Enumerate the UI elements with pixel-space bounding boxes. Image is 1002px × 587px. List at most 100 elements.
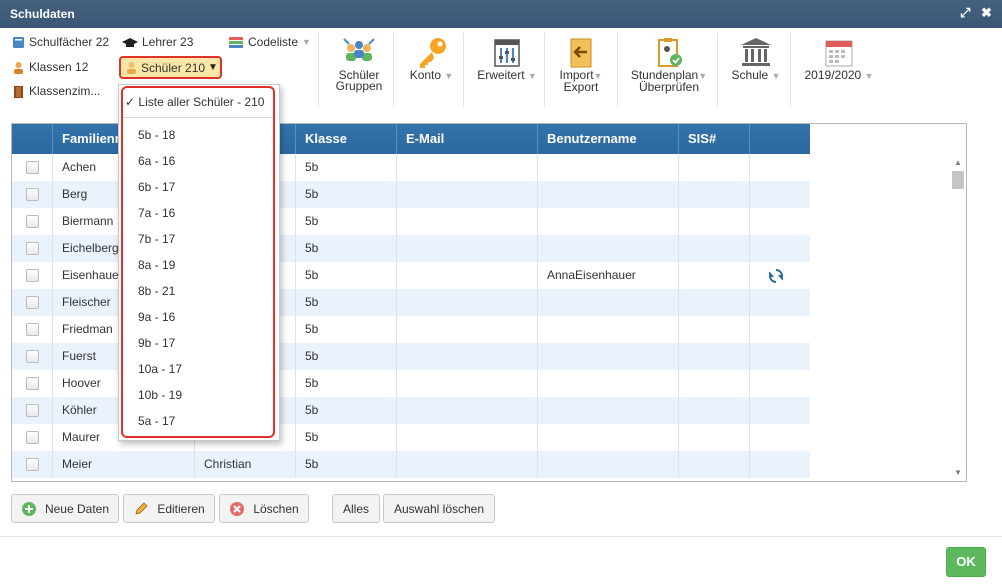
header-email[interactable]: E-Mail [396,124,537,154]
cell-action [749,208,810,235]
cell-user [537,316,678,343]
import-export-button[interactable]: Import▼ Export [551,36,611,93]
dropdown-class-item[interactable]: 8a - 19 [138,258,175,272]
cell-klasse: 5b [295,289,396,316]
dropdown-class-item[interactable]: 5b - 18 [138,128,175,142]
scroll-up-icon[interactable]: ▲ [954,158,962,167]
schulfaecher-link[interactable]: Schulfächer 22 [12,35,109,49]
erweitert-button[interactable]: Erweitert ▼ [474,36,540,82]
header-action [749,124,810,154]
dropdown-class-item[interactable]: 7b - 17 [138,232,175,246]
dropdown-class-item[interactable]: 10b - 19 [138,388,182,402]
cell-user [537,424,678,451]
building-icon [741,38,771,66]
dropdown-class-item[interactable]: 6a - 16 [138,154,175,168]
cell-sis [678,370,749,397]
row-checkbox[interactable] [26,377,39,390]
cell-email [396,424,537,451]
toolbar-separator [318,33,319,107]
cell-klasse: 5b [295,154,396,181]
row-checkbox[interactable] [26,215,39,228]
plus-circle-icon [21,501,36,516]
sync-icon[interactable] [764,269,788,283]
vertical-scrollbar[interactable]: ▲ ▼ [950,154,966,481]
schueler-dropdown-menu: ✓ Liste aller Schüler - 210 5b - 18 6a - … [118,84,280,441]
row-checkbox[interactable] [26,269,39,282]
ok-button[interactable]: OK [946,547,986,577]
alles-label: Alles [342,501,369,516]
auswahl-loeschen-button[interactable]: Auswahl löschen [383,494,495,523]
codeliste-link[interactable]: Codeliste ▼ [228,35,311,49]
scroll-down-icon[interactable]: ▼ [954,468,962,477]
header-klasse[interactable]: Klasse [295,124,396,154]
cell-sis [678,451,749,478]
people-icon [12,61,25,74]
dropdown-class-item[interactable]: 7a - 16 [138,206,175,220]
konto-button[interactable]: Konto ▼ [404,36,459,82]
window-titlebar: Schuldaten ⤢ ✖ [0,0,1002,28]
row-checkbox[interactable] [26,458,39,471]
row-checkbox[interactable] [26,404,39,417]
schueler-gruppen-button[interactable]: Schüler Gruppen [329,36,389,92]
neue-daten-label: Neue Daten [44,501,110,516]
loeschen-button[interactable]: Löschen [219,494,309,523]
close-icon[interactable]: ✖ [981,5,992,21]
dropdown-class-item[interactable]: 10a - 17 [138,362,182,376]
cell-last: Meier [52,451,194,478]
cell-klasse: 5b [295,370,396,397]
cell-user [537,208,678,235]
header-sis[interactable]: SIS# [678,124,749,154]
schueler-label: Schüler 210 [141,60,206,75]
chevron-down-icon: ▼ [771,71,781,81]
cell-action [749,262,810,289]
row-checkbox[interactable] [26,242,39,255]
dropdown-class-item[interactable]: 5a - 17 [138,414,175,428]
cell-sis [678,316,749,343]
toolbar-separator [617,33,618,107]
cell-user: AnnaEisenhauer [537,262,678,289]
expand-icon[interactable]: ⤢ [960,5,970,21]
schueler-dropdown-button[interactable]: Schüler 210 ▼ [119,56,222,79]
schule-button[interactable]: Schule ▼ [727,36,785,82]
dropdown-class-item[interactable]: 9b - 17 [138,336,175,350]
export-label: Export [563,80,599,94]
chevron-down-icon: ▼ [444,71,454,81]
cell-user [537,181,678,208]
cell-klasse: 5b [295,181,396,208]
alles-button[interactable]: Alles [332,494,380,523]
cell-klasse: 5b [295,343,396,370]
lehrer-link[interactable]: Lehrer 23 [122,35,193,49]
schule-label: Schule ▼ [731,68,781,82]
schuljahr-button[interactable]: 2019/2020 ▼ [800,36,878,82]
cell-action [749,451,810,478]
auswahl-loeschen-label: Auswahl löschen [393,501,485,516]
student-icon [125,61,138,74]
editieren-button[interactable]: Editieren [123,494,215,523]
header-select[interactable] [12,124,52,154]
klassenzimmer-link[interactable]: Klassenzim... [12,84,100,98]
cell-klasse: 5b [295,424,396,451]
stack-icon [228,36,244,49]
row-checkbox[interactable] [26,431,39,444]
cell-action [749,370,810,397]
klassen-link[interactable]: Klassen 12 [12,60,88,74]
key-icon [419,38,446,68]
gruppen-label-2: Gruppen [335,79,383,93]
scroll-thumb[interactable] [952,171,964,189]
dropdown-class-item[interactable]: 6b - 17 [138,180,175,194]
konto-label: Konto ▼ [409,68,454,82]
row-checkbox[interactable] [26,161,39,174]
dropdown-class-item[interactable]: 9a - 16 [138,310,175,324]
neue-daten-button[interactable]: Neue Daten [11,494,119,523]
row-checkbox[interactable] [26,350,39,363]
row-checkbox[interactable] [26,296,39,309]
stundenplan-button[interactable]: Stundenplan▼ Überprüfen [626,36,712,93]
row-checkbox[interactable] [26,188,39,201]
cell-action [749,289,810,316]
header-benutzername[interactable]: Benutzername [537,124,678,154]
table-row[interactable]: Meier Christian 5b [12,451,810,478]
row-checkbox[interactable] [26,323,39,336]
chevron-down-icon: ▼ [208,62,218,73]
dropdown-class-item[interactable]: 8b - 21 [138,284,175,298]
toolbar-separator [790,33,791,107]
